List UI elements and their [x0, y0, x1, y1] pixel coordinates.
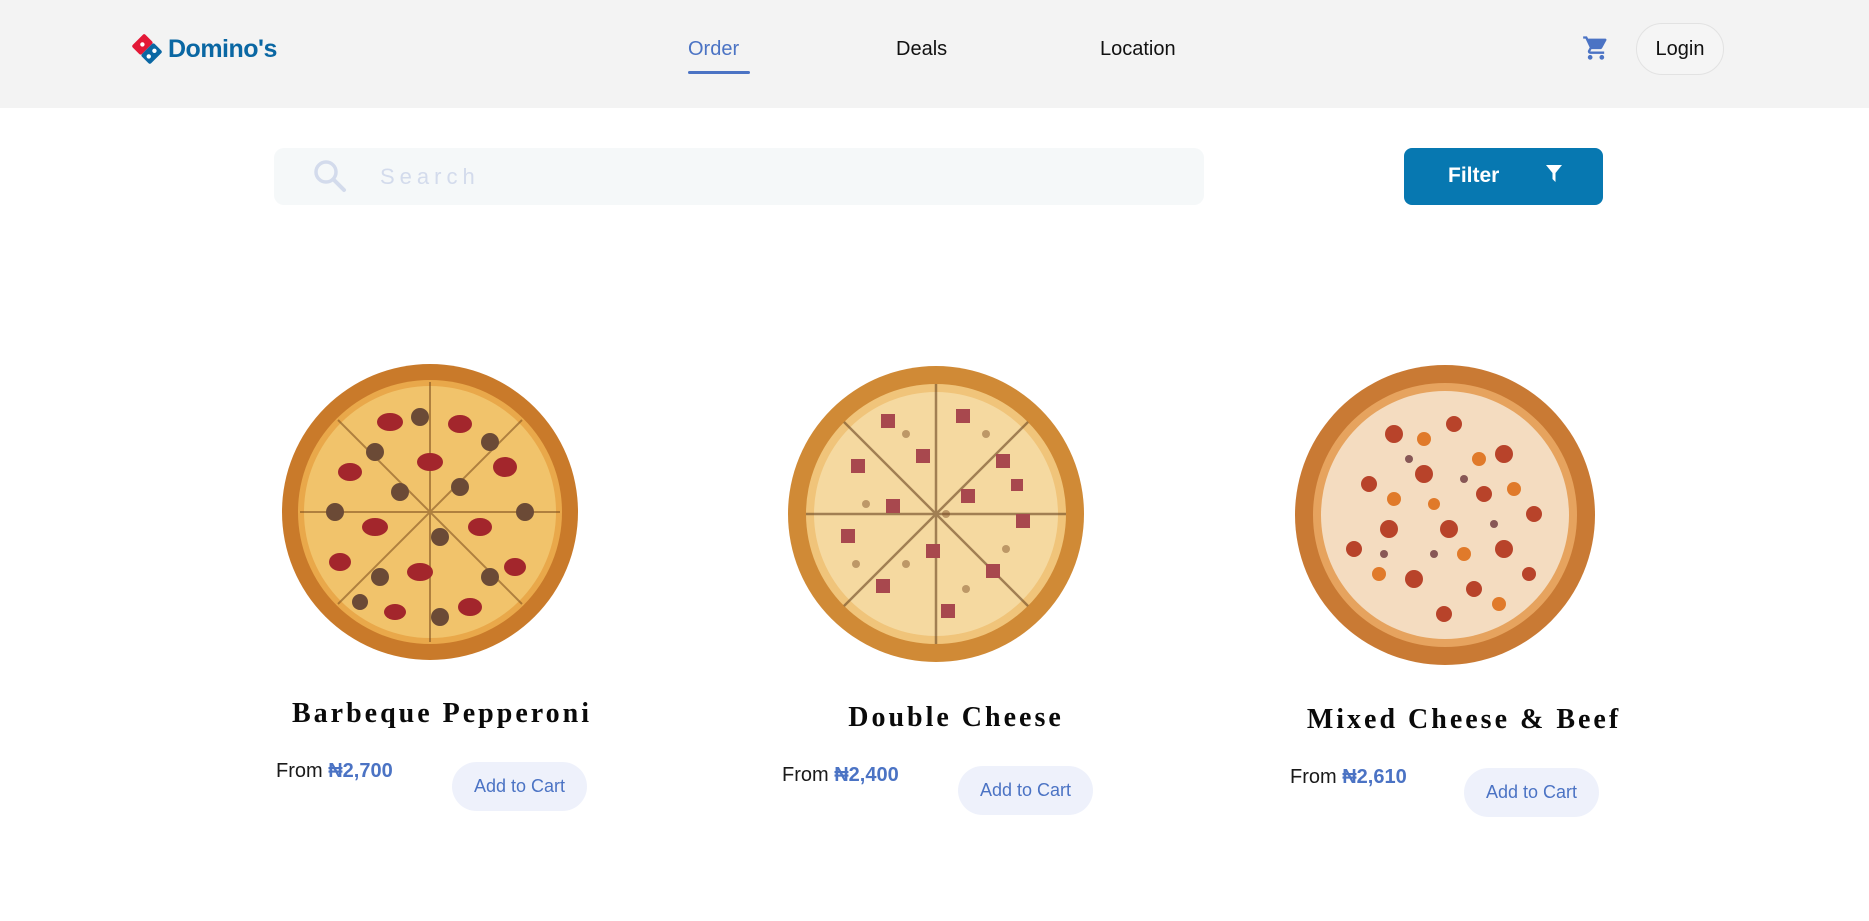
pizza-image[interactable]: [1294, 364, 1596, 666]
product-price: From ₦2,700: [276, 760, 393, 783]
add-to-cart-button[interactable]: Add to Cart: [1464, 768, 1599, 817]
product-name: Double Cheese: [848, 702, 1064, 733]
filter-button[interactable]: Filter: [1404, 148, 1603, 205]
price-amount: ₦2,700: [328, 760, 393, 782]
top-navbar: Domino's Order Deals Location Login: [0, 0, 1869, 108]
price-amount: ₦2,400: [834, 764, 899, 786]
nav-deals[interactable]: Deals: [896, 38, 947, 68]
product-price: From ₦2,610: [1290, 766, 1407, 789]
nav-order[interactable]: Order: [688, 38, 739, 68]
login-button[interactable]: Login: [1636, 23, 1724, 75]
search-icon: [312, 158, 348, 194]
filter-label: Filter: [1448, 164, 1500, 187]
cart-button[interactable]: [1580, 34, 1612, 66]
add-to-cart-button[interactable]: Add to Cart: [452, 762, 587, 811]
product-card-barbeque-pepperoni: Barbeque Pepperoni From ₦2,700 Add to Ca…: [272, 360, 632, 830]
product-card-mixed-cheese-beef: Mixed Cheese & Beef From ₦2,610 Add to C…: [1284, 360, 1644, 830]
search-bar[interactable]: [274, 148, 1204, 205]
product-card-double-cheese: Double Cheese From ₦2,400 Add to Cart: [776, 360, 1136, 830]
price-amount: ₦2,610: [1342, 766, 1407, 788]
product-name: Mixed Cheese & Beef: [1306, 704, 1622, 735]
nav-active-underline: [688, 71, 750, 74]
domino-tile-icon: [132, 34, 162, 64]
search-input[interactable]: [378, 156, 1182, 198]
price-prefix: From: [1290, 766, 1337, 788]
price-prefix: From: [276, 760, 323, 782]
pizza-image[interactable]: [280, 362, 580, 662]
price-prefix: From: [782, 764, 829, 786]
page: Domino's Order Deals Location Login Filt…: [0, 0, 1869, 921]
product-price: From ₦2,400: [782, 764, 899, 787]
nav-location[interactable]: Location: [1100, 38, 1176, 68]
dominos-logo[interactable]: Domino's: [132, 32, 277, 66]
filter-funnel-icon: [1544, 164, 1564, 192]
logo-text: Domino's: [168, 34, 277, 63]
product-name: Barbeque Pepperoni: [291, 698, 593, 729]
add-to-cart-button[interactable]: Add to Cart: [958, 766, 1093, 815]
pizza-image[interactable]: [786, 364, 1086, 664]
cart-icon: [1582, 34, 1610, 66]
